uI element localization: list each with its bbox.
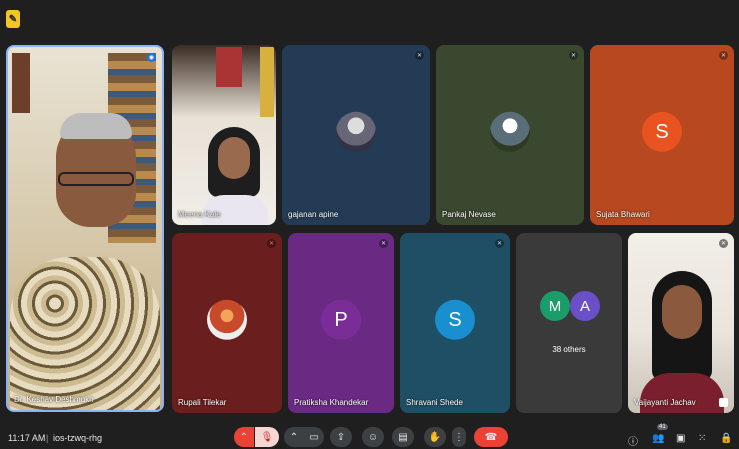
participant-body <box>640 373 724 413</box>
emoji-button[interactable]: ☺ <box>362 427 384 447</box>
present-icon: ⇪ <box>336 431 346 443</box>
mic-off-icon: ✕ <box>495 239 504 248</box>
poster <box>260 47 274 117</box>
participant-name: Shravani Shede <box>406 398 463 407</box>
tile-participant-4[interactable]: ✕ S Sujata Bhawari <box>590 45 734 225</box>
clock-time: 11:17 AM <box>8 433 46 443</box>
avatar-initial-a: A <box>570 291 600 321</box>
captions-icon: ▤ <box>398 431 408 443</box>
participant-face <box>662 285 702 339</box>
tile-main-speaker[interactable]: ◉ Dr. Keshav Deshmukh <box>6 45 164 412</box>
more-vert-icon: ⋮ <box>454 431 464 443</box>
avatar: S <box>435 299 475 340</box>
participant-name: Meena Kale <box>178 210 221 219</box>
chat-icon[interactable]: ▣ <box>676 433 685 444</box>
avatar: P <box>321 299 361 340</box>
raise-hand-button[interactable]: ✋ <box>424 427 446 447</box>
present-button[interactable]: ⇪ <box>330 427 352 447</box>
participant-count-badge: 41 <box>657 424 668 430</box>
mic-off-icon: ✕ <box>415 51 424 60</box>
tile-participant-8[interactable]: ✕ Vaijayanti Jachav <box>628 233 734 413</box>
more-options-button[interactable]: ⋮ <box>452 427 466 447</box>
participant-name: Sujata Bhawari <box>596 210 650 219</box>
mic-options-button[interactable]: ⌃ <box>234 427 254 447</box>
mic-off-icon: ✕ <box>569 51 578 60</box>
avatar <box>207 299 247 340</box>
lock-icon[interactable]: 🔒 <box>720 433 732 444</box>
camera-icon: ▭ <box>309 431 319 443</box>
tile-participant-7[interactable]: ✕ S Shravani Shede <box>400 233 510 413</box>
participant-name: Pratiksha Khandekar <box>294 398 369 407</box>
mic-off-icon: ✕ <box>267 239 276 248</box>
speaking-indicator-icon: ◉ <box>147 53 156 62</box>
mic-toggle-button[interactable]: 🎙 <box>255 427 279 447</box>
photo-frame <box>12 53 30 113</box>
bottom-toolbar: 11:17 AM | ios-tzwq-rhg ⌃ 🎙 ⌃ ▭ ⇪ ☺ ▤ ✋ … <box>0 424 739 449</box>
speaker-shirt <box>10 257 160 410</box>
people-icon[interactable]: 👥 <box>652 433 664 444</box>
tile-others[interactable]: M A 38 others <box>516 233 622 413</box>
avatar <box>336 111 376 152</box>
grid-icon[interactable]: ⁙ <box>698 433 706 444</box>
captions-button[interactable]: ▤ <box>392 427 414 447</box>
participant-name: gajanan apine <box>288 210 339 219</box>
end-call-button[interactable]: ☎ <box>474 427 508 447</box>
camera-options-button[interactable]: ⌃ <box>284 427 304 447</box>
info-icon[interactable]: ⓘ <box>628 433 638 448</box>
participant-name: Vaijayanti Jachav <box>634 398 696 407</box>
participant-name: Rupali Tilekar <box>178 398 227 407</box>
hand-icon: ✋ <box>428 431 442 443</box>
pin-icon[interactable] <box>719 398 728 407</box>
tile-participant-6[interactable]: ✕ P Pratiksha Khandekar <box>288 233 394 413</box>
separator: | <box>46 433 49 443</box>
others-count: 38 others <box>552 345 586 354</box>
participant-name: Dr. Keshav Deshmukh <box>14 395 94 404</box>
speaker-hair <box>60 113 132 139</box>
participant-name: Pankaj Nevase <box>442 210 496 219</box>
tile-participant-2[interactable]: ✕ gajanan apine <box>282 45 430 225</box>
avatar-initial-m: M <box>540 291 570 321</box>
end-call-icon: ☎ <box>484 431 498 443</box>
tile-participant-1[interactable]: Meena Kale <box>172 45 276 225</box>
emoji-icon: ☺ <box>367 431 379 443</box>
participant-face <box>218 137 250 179</box>
mic-off-icon: ✕ <box>719 51 728 60</box>
avatar: S <box>642 111 682 152</box>
mic-off-icon: ✕ <box>379 239 388 248</box>
notes-icon[interactable]: ✎ <box>6 10 20 28</box>
mic-off-icon: ✕ <box>719 239 728 248</box>
meeting-code: ios-tzwq-rhg <box>53 433 103 443</box>
speaker-glasses <box>58 172 134 186</box>
poster <box>216 47 242 87</box>
avatar <box>490 111 530 152</box>
camera-toggle-button[interactable]: ▭ <box>304 427 324 447</box>
tile-participant-5[interactable]: ✕ Rupali Tilekar <box>172 233 282 413</box>
mic-off-icon: 🎙 <box>260 431 274 443</box>
tile-participant-3[interactable]: ✕ Pankaj Nevase <box>436 45 584 225</box>
